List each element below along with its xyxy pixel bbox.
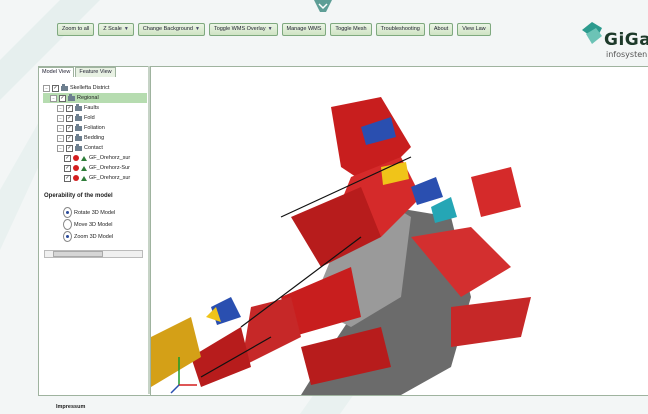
expand-toggle-icon[interactable]: − (57, 114, 64, 122)
folder-icon (75, 103, 82, 111)
3d-model-scene[interactable] (151, 67, 648, 395)
tree-item[interactable]: ✓ GF_Orehorz-Sur (43, 163, 147, 173)
checkbox[interactable]: ✓ (66, 114, 73, 122)
toolbar-button-label: Troubleshooting (380, 26, 420, 32)
model-tree: − ✓ Skellefta District − ✓ Regional − ✓ Faults − ✓… (43, 83, 147, 183)
folder-icon (68, 93, 75, 101)
chevron-down-icon: ▼ (194, 26, 200, 32)
radio-button[interactable] (63, 231, 72, 242)
toolbar-button-troubleshooting[interactable]: Troubleshooting (375, 23, 425, 36)
tree-item[interactable]: ✓ GF_Orehorz_sur (43, 153, 147, 163)
tree-item-label: Fold (84, 115, 95, 121)
folder-icon (75, 113, 82, 121)
folder-icon (75, 143, 82, 151)
chevron-down-icon: ▼ (267, 26, 273, 32)
toolbar-button-label: View Law (462, 26, 486, 32)
color-swatch-icon[interactable] (73, 165, 79, 171)
operability-option-label: Rotate 3D Model (74, 209, 116, 216)
operability-option[interactable]: Rotate 3D Model (63, 207, 115, 218)
tree-item[interactable]: − ✓ Contact (43, 143, 147, 153)
tree-horizontal-scrollbar[interactable] (44, 250, 143, 258)
operability-option[interactable]: Zoom 3D Model (63, 231, 113, 242)
toolbar-button-toggle-mesh[interactable]: Toggle Mesh (330, 23, 372, 36)
tree-item-label: Skellefta District (70, 85, 110, 91)
operability-title: Operability of the model (44, 193, 113, 199)
tree-item-label: GF_Orehorz-Sur (89, 165, 130, 171)
tab-feature-view[interactable]: Feature View (75, 67, 116, 77)
tree-item-label: Foliation (84, 125, 105, 131)
tree-item[interactable]: − ✓ Skellefta District (43, 83, 147, 93)
toolbar-button-view-law[interactable]: View Law (457, 23, 491, 36)
footer-impressum-link[interactable]: Impressum (56, 404, 85, 410)
toolbar-button-label: Change Background (142, 26, 193, 32)
expand-toggle-icon[interactable]: − (57, 124, 64, 132)
checkbox[interactable]: ✓ (64, 164, 71, 172)
tree-item-label: Regional (77, 95, 99, 101)
operability-option-label: Move 3D Model (74, 221, 113, 228)
folder-icon (75, 133, 82, 141)
tree-item[interactable]: − ✓ Fold (43, 113, 147, 123)
tree-item-label: GF_Orehorz_sur (89, 175, 131, 181)
toolbar-button-toggle-wms-overlay[interactable]: Toggle WMS Overlay ▼ (208, 23, 278, 36)
toolbar-button-change-background[interactable]: Change Background ▼ (137, 23, 205, 36)
scrollbar-thumb[interactable] (53, 251, 103, 257)
toolbar-button-label: Z Scale (103, 26, 122, 32)
toolbar-button-label: Zoom to all (62, 26, 90, 32)
logo-subtext: infosysten (606, 50, 648, 59)
toolbar-button-label: Toggle Mesh (335, 26, 367, 32)
toolbar-button-label: About (433, 26, 449, 32)
tree-item[interactable]: ✓ GF_Orehorz_sur (43, 173, 147, 183)
operability-option[interactable]: Move 3D Model (63, 219, 113, 230)
tree-item-label: Bedding (84, 135, 105, 141)
checkbox[interactable]: ✓ (66, 134, 73, 142)
checkbox[interactable]: ✓ (66, 104, 73, 112)
toolbar-button-zoom-to-all[interactable]: Zoom to all (57, 23, 95, 36)
top-handle-icon[interactable] (312, 0, 334, 14)
radio-button[interactable] (63, 207, 72, 218)
surface-icon (81, 155, 87, 161)
folder-icon (75, 123, 82, 131)
toolbar-button-about[interactable]: About (428, 23, 454, 36)
checkbox[interactable]: ✓ (52, 84, 59, 92)
color-swatch-icon[interactable] (73, 175, 79, 181)
logo-text: GiGa (604, 30, 648, 50)
tree-item[interactable]: − ✓ Bedding (43, 133, 147, 143)
operability-option-label: Zoom 3D Model (74, 233, 114, 240)
tree-item-label: Contact (84, 145, 103, 151)
tree-item-label: Faults (84, 105, 99, 111)
expand-toggle-icon[interactable]: − (57, 144, 64, 152)
checkbox[interactable]: ✓ (59, 94, 66, 102)
color-swatch-icon[interactable] (73, 155, 79, 161)
tab-model-view[interactable]: Model View (38, 67, 75, 77)
radio-button[interactable] (63, 219, 72, 230)
main-toolbar: Zoom to all Z Scale ▼ Change Background ▼ Tog… (57, 23, 491, 36)
expand-toggle-icon[interactable]: − (57, 134, 64, 142)
toolbar-button-label: Toggle WMS Overlay (213, 26, 266, 32)
expand-toggle-icon[interactable]: − (43, 84, 50, 92)
checkbox[interactable]: ✓ (64, 154, 71, 162)
surface-icon (81, 165, 87, 171)
operability-title-text: Operability of the model (44, 193, 113, 199)
chevron-down-icon: ▼ (123, 26, 129, 32)
tree-item[interactable]: − ✓ Regional (43, 93, 147, 103)
tree-item-label: GF_Orehorz_sur (89, 155, 131, 161)
tree-item[interactable]: − ✓ Faults (43, 103, 147, 113)
panel-tabs: Model View Feature View (38, 67, 116, 77)
checkbox[interactable]: ✓ (66, 124, 73, 132)
expand-toggle-icon[interactable]: − (50, 94, 57, 102)
folder-icon (61, 83, 68, 91)
toolbar-button-z-scale[interactable]: Z Scale ▼ (98, 23, 134, 36)
tree-item[interactable]: − ✓ Foliation (43, 123, 147, 133)
checkbox[interactable]: ✓ (64, 174, 71, 182)
toolbar-button-manage-wms[interactable]: Manage WMS (281, 23, 327, 36)
checkbox[interactable]: ✓ (66, 144, 73, 152)
toolbar-button-label: Manage WMS (286, 26, 322, 32)
surface-icon (81, 175, 87, 181)
3d-model-viewport[interactable] (150, 66, 648, 396)
expand-toggle-icon[interactable]: − (57, 104, 64, 112)
